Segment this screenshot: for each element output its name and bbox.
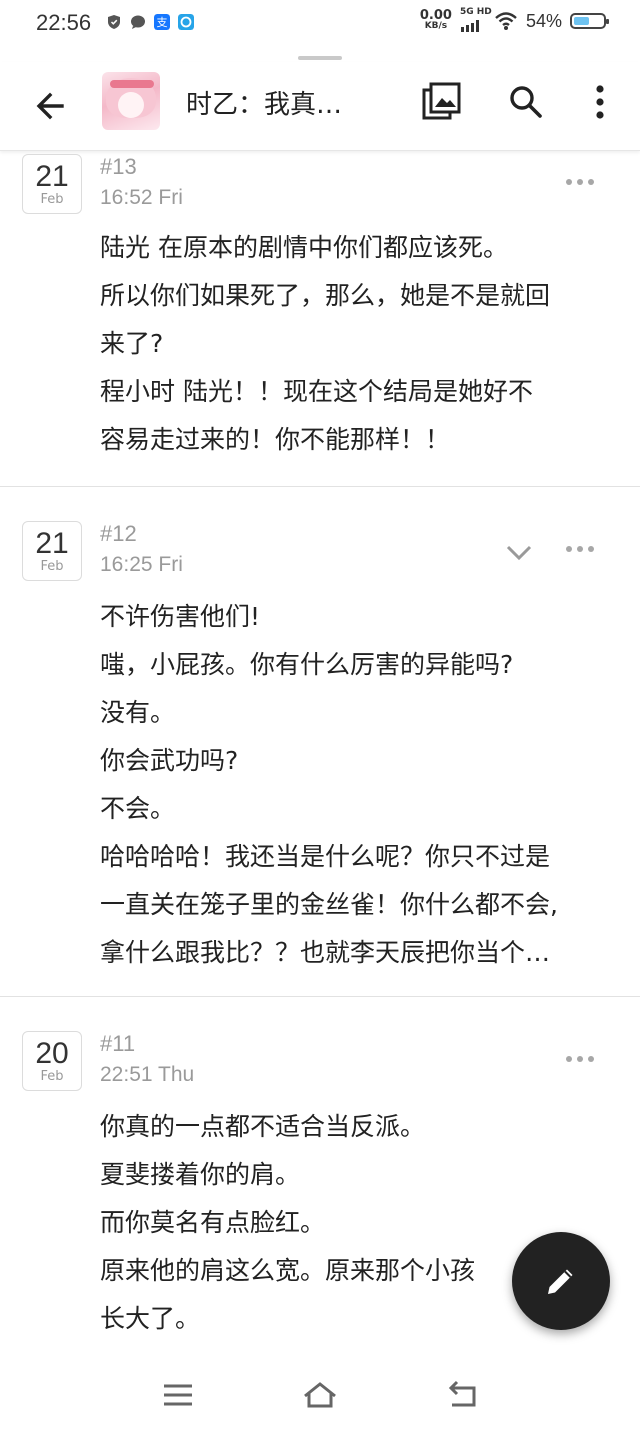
post-more-icon[interactable] bbox=[566, 170, 600, 190]
post-list: 21 Feb #13 16:52 Fri 陆光 在原本的剧情中你们都应该死。 所… bbox=[0, 150, 640, 1357]
post-line: 没有。 bbox=[100, 698, 176, 727]
pencil-icon bbox=[548, 1269, 573, 1294]
post-item[interactable]: 21 Feb #13 16:52 Fri 陆光 在原本的剧情中你们都应该死。 所… bbox=[0, 150, 640, 487]
post-line: 陆光 在原本的剧情中你们都应该死。 bbox=[100, 233, 508, 262]
post-more-icon[interactable] bbox=[566, 537, 600, 557]
post-line: 来了? bbox=[100, 329, 164, 358]
home-icon[interactable] bbox=[300, 1378, 340, 1412]
post-line: 所以你们如果死了，那么，她是不是就回 bbox=[100, 281, 551, 310]
signal-bars-icon bbox=[460, 20, 479, 32]
post-number: #13 bbox=[100, 154, 137, 179]
post-body: 不许伤害他们! 嗤，小屁孩。你有什么厉害的异能吗? 没有。 你会武功吗? 不会。… bbox=[100, 593, 558, 977]
avatar[interactable] bbox=[102, 72, 160, 130]
post-line: 你真的一点都不适合当反派。 bbox=[100, 1112, 426, 1141]
battery-icon bbox=[570, 13, 609, 29]
date-badge: 21 Feb bbox=[22, 154, 82, 214]
drag-handle[interactable] bbox=[298, 56, 342, 60]
page-title[interactable]: 时乙：我真… bbox=[186, 84, 342, 121]
network-type: 5G HD bbox=[459, 7, 492, 17]
post-line: 原来他的肩这么宽。原来那个小孩 bbox=[100, 1256, 476, 1285]
post-body: 陆光 在原本的剧情中你们都应该死。 所以你们如果死了，那么，她是不是就回 来了?… bbox=[100, 224, 550, 464]
date-month: Feb bbox=[40, 1069, 64, 1084]
shield-icon bbox=[108, 15, 120, 29]
status-time: 22:56 bbox=[36, 10, 92, 35]
network-speed: 0.00 KB/s bbox=[419, 8, 452, 32]
post-line: 长大了。 bbox=[100, 1304, 201, 1333]
post-line: 哈哈哈哈！我还当是什么呢？你只不过是 bbox=[100, 842, 551, 871]
wifi-icon bbox=[495, 12, 517, 30]
back-nav-icon[interactable] bbox=[442, 1378, 482, 1412]
speed-value: 0.00 bbox=[419, 8, 452, 23]
svg-text:支: 支 bbox=[157, 16, 168, 29]
date-month: Feb bbox=[40, 192, 64, 207]
menu-icon[interactable] bbox=[158, 1378, 198, 1412]
post-line: 一直关在笼子里的金丝雀！你什么都不会, bbox=[100, 890, 558, 919]
more-vert-icon[interactable] bbox=[582, 80, 618, 124]
status-right: 0.00 KB/s 5G HD 54% bbox=[419, 8, 609, 32]
date-day: 21 bbox=[35, 527, 69, 560]
post-line: 容易走过来的！你不能那样！！ bbox=[100, 425, 451, 454]
post-more-icon[interactable] bbox=[566, 1047, 600, 1067]
status-bar: 22:56 支 0.00 KB/s 5G HD 54% bbox=[0, 0, 640, 50]
post-item[interactable]: 21 Feb #12 16:25 Fri 不许伤害他们! 嗤，小屁孩。你有什么厉… bbox=[0, 487, 640, 997]
alipay-icon: 支 bbox=[154, 14, 170, 30]
back-arrow-icon[interactable] bbox=[28, 84, 72, 128]
post-line: 不许伤害他们! bbox=[100, 602, 261, 631]
app-bar: 时乙：我真… bbox=[0, 62, 640, 151]
notification-icons: 支 bbox=[106, 14, 194, 30]
date-day: 21 bbox=[35, 160, 69, 193]
date-badge: 20 Feb bbox=[22, 1031, 82, 1091]
date-day: 20 bbox=[35, 1037, 69, 1070]
search-icon[interactable] bbox=[504, 80, 548, 124]
post-number: #12 bbox=[100, 521, 137, 546]
speed-unit: KB/s bbox=[424, 21, 448, 31]
post-line: 不会。 bbox=[100, 794, 176, 823]
post-body: 你真的一点都不适合当反派。 夏斐搂着你的肩。 而你莫名有点脸红。 原来他的肩这么… bbox=[100, 1103, 475, 1343]
battery-fill bbox=[574, 17, 589, 25]
post-line: 夏斐搂着你的肩。 bbox=[100, 1160, 301, 1189]
chat-bubble-icon bbox=[131, 15, 145, 29]
post-line: 程小时 陆光！！现在这个结局是她好不 bbox=[100, 377, 533, 406]
post-line: 你会武功吗? bbox=[100, 746, 239, 775]
system-nav-bar bbox=[0, 1360, 640, 1433]
chevron-down-icon[interactable] bbox=[504, 537, 534, 567]
date-badge: 21 Feb bbox=[22, 521, 82, 581]
post-time: 16:52 Fri bbox=[100, 186, 183, 209]
battery-percent: 54% bbox=[525, 10, 562, 31]
cell-signal: 5G HD bbox=[460, 8, 492, 32]
compose-button[interactable] bbox=[512, 1232, 610, 1330]
post-line: 而你莫名有点脸红。 bbox=[100, 1208, 326, 1237]
gallery-icon[interactable] bbox=[420, 80, 464, 124]
app-notification-icon bbox=[178, 14, 194, 30]
post-line: 拿什么跟我比？？也就李天辰把你当个… bbox=[100, 938, 551, 967]
post-line: 嗤，小屁孩。你有什么厉害的异能吗? bbox=[100, 650, 514, 679]
post-number: #11 bbox=[100, 1031, 136, 1056]
date-month: Feb bbox=[40, 559, 64, 574]
post-time: 22:51 Thu bbox=[100, 1063, 195, 1086]
post-time: 16:25 Fri bbox=[100, 553, 183, 576]
